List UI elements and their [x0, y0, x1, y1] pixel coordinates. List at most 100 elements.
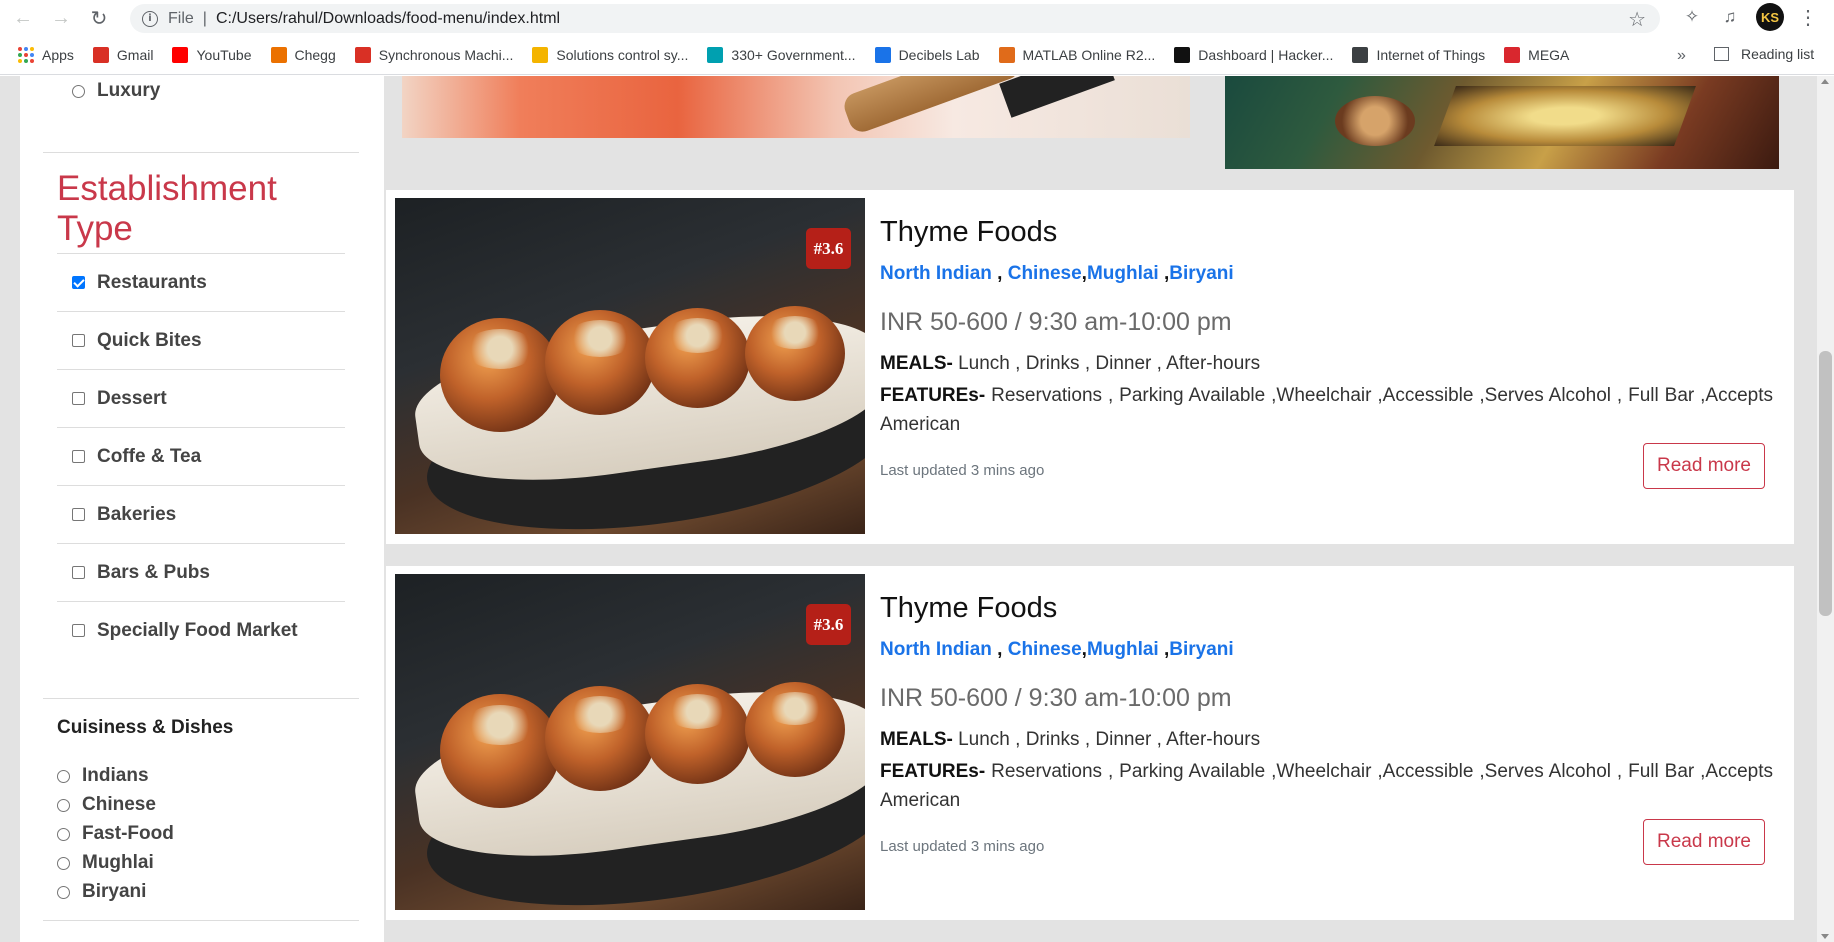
bookmark-0[interactable]: Apps [18, 47, 74, 63]
bookmark-3[interactable]: Chegg [270, 47, 336, 63]
filter-cuisine-item[interactable]: Biryani [57, 881, 146, 903]
establishment-type-heading: Establishment Type [57, 169, 277, 248]
mega-icon [1504, 47, 1521, 63]
banner-image-food-stall [1225, 76, 1779, 169]
filter-establishment-item[interactable]: Dessert [57, 369, 345, 427]
read-more-button[interactable]: Read more [1643, 819, 1765, 865]
bookmark-8[interactable]: MATLAB Online R2... [998, 47, 1156, 63]
cuisine-radio[interactable] [57, 856, 70, 870]
cuisine-radio[interactable] [57, 798, 70, 812]
page-viewport: Luxury Establishment Type Restaurants Qui… [0, 76, 1834, 942]
filter-cuisine-item[interactable]: Mughlai [57, 852, 154, 874]
establishment-checkbox[interactable] [72, 566, 85, 579]
bookmark-star-icon[interactable]: ☆ [1628, 7, 1646, 32]
media-control-icon[interactable]: ♫ [1718, 5, 1742, 29]
divider [43, 698, 359, 699]
features-label: FEATUREs- [880, 761, 986, 782]
youtube-icon [172, 47, 189, 63]
establishment-checkbox[interactable] [72, 624, 85, 637]
bookmark-5[interactable]: Solutions control sy... [532, 47, 688, 63]
page-scrollbar[interactable] [1817, 76, 1834, 942]
scroll-down-icon[interactable] [1821, 934, 1829, 939]
cuisine-link[interactable]: North Indian [880, 263, 992, 284]
bookmark-2[interactable]: YouTube [172, 47, 252, 63]
forward-icon[interactable]: → [46, 3, 76, 33]
bookmark-label: Chegg [294, 47, 336, 63]
establishment-checkbox[interactable] [72, 508, 85, 521]
divider [43, 152, 359, 153]
cuisine-radio[interactable] [57, 885, 70, 899]
cuisine-link[interactable]: Chinese [1008, 263, 1082, 284]
cuisine-link[interactable]: Biryani [1169, 263, 1233, 284]
cuisine-link[interactable]: Chinese [1008, 639, 1082, 660]
apps-grid-icon [18, 47, 34, 63]
establishment-label: Coffe & Tea [97, 445, 202, 467]
cuisine-tags: North Indian , Chinese,Mughlai ,Biryani [880, 639, 1234, 660]
bookmarks-bar: Apps Gmail YouTube Chegg Synchronous Machi..… [0, 36, 1834, 75]
features-value: Reservations , Parking Available ,Wheelc… [880, 385, 1773, 435]
filter-cuisine-item[interactable]: Chinese [57, 794, 156, 816]
establishment-checkbox[interactable] [72, 276, 85, 289]
luxury-radio[interactable] [72, 84, 85, 98]
filter-establishment-item[interactable]: Bakeries [57, 485, 345, 543]
meals-line: MEALS- Lunch , Drinks , Dinner , After-h… [880, 729, 1260, 751]
cuisine-radio[interactable] [57, 827, 70, 841]
filter-establishment-item[interactable]: Bars & Pubs [57, 543, 345, 601]
url-scheme: File [168, 9, 194, 27]
bookmark-label: Decibels Lab [898, 47, 980, 63]
bookmark-label: MATLAB Online R2... [1022, 47, 1156, 63]
bookmark-9[interactable]: Dashboard | Hacker... [1174, 47, 1333, 63]
establishment-checkbox[interactable] [72, 334, 85, 347]
filter-luxury[interactable]: Luxury [72, 80, 160, 102]
bookmark-4[interactable]: Synchronous Machi... [354, 47, 514, 63]
cuisine-tags: North Indian , Chinese,Mughlai ,Biryani [880, 263, 1234, 284]
bookmark-label: Apps [42, 47, 74, 63]
profile-avatar[interactable]: KS [1756, 3, 1784, 31]
filter-cuisine-item[interactable]: Fast-Food [57, 823, 174, 845]
cuisine-link[interactable]: North Indian [880, 639, 992, 660]
cuisine-link[interactable]: Mughlai [1087, 263, 1159, 284]
chegg-c-icon [354, 47, 371, 63]
scrollbar-thumb[interactable] [1819, 351, 1832, 616]
bookmark-label: Synchronous Machi... [378, 47, 514, 63]
back-icon[interactable]: ← [8, 3, 38, 33]
bookmark-site-icon [707, 47, 724, 63]
reading-list-icon [1714, 47, 1729, 61]
establishment-checkbox[interactable] [72, 450, 85, 463]
rating-badge: #3.6 [806, 604, 851, 645]
bookmark-7[interactable]: Decibels Lab [874, 47, 980, 63]
read-more-button[interactable]: Read more [1643, 443, 1765, 489]
establishment-label: Specially Food Market [97, 619, 298, 641]
meals-value: Lunch , Drinks , Dinner , After-hours [952, 353, 1261, 374]
establishment-checkbox[interactable] [72, 392, 85, 405]
chegg-icon [270, 47, 287, 63]
bookmark-1[interactable]: Gmail [92, 47, 153, 63]
bookmark-11[interactable]: MEGA [1504, 47, 1569, 63]
cuisine-heading: Cuisiness & Dishes [57, 717, 234, 738]
reading-list-button[interactable]: Reading list [1714, 46, 1814, 62]
cuisine-label: Fast-Food [82, 823, 174, 844]
filter-establishment-item[interactable]: Specially Food Market [57, 601, 345, 659]
bookmark-10[interactable]: Internet of Things [1352, 47, 1485, 63]
restaurant-name: Thyme Foods [880, 216, 1058, 248]
cuisine-radio[interactable] [57, 769, 70, 783]
scroll-up-icon[interactable] [1821, 79, 1829, 84]
reload-icon[interactable]: ↻ [84, 3, 114, 33]
cuisine-link[interactable]: Biryani [1169, 639, 1233, 660]
url-text[interactable]: C:/Users/rahul/Downloads/food-menu/index… [216, 10, 560, 28]
rating-badge: #3.6 [806, 228, 851, 269]
divider [43, 920, 359, 921]
cuisine-link[interactable]: Mughlai [1087, 639, 1159, 660]
bookmark-label: Internet of Things [1376, 47, 1486, 63]
site-info-icon[interactable]: i [142, 10, 158, 27]
luxury-label: Luxury [97, 80, 161, 101]
filter-establishment-item[interactable]: Coffe & Tea [57, 427, 345, 485]
filter-establishment-item[interactable]: Quick Bites [57, 311, 345, 369]
bookmark-6[interactable]: 330+ Government... [707, 47, 856, 63]
address-bar[interactable]: i File | C:/Users/rahul/Downloads/food-m… [130, 4, 1660, 33]
filter-establishment-item[interactable]: Restaurants [57, 253, 345, 311]
bookmarks-more-button[interactable]: » [1677, 47, 1686, 65]
browser-menu-icon[interactable]: ⋮ [1798, 5, 1818, 30]
filter-cuisine-item[interactable]: Indians [57, 765, 149, 787]
extensions-icon[interactable]: ✧ [1680, 5, 1704, 29]
